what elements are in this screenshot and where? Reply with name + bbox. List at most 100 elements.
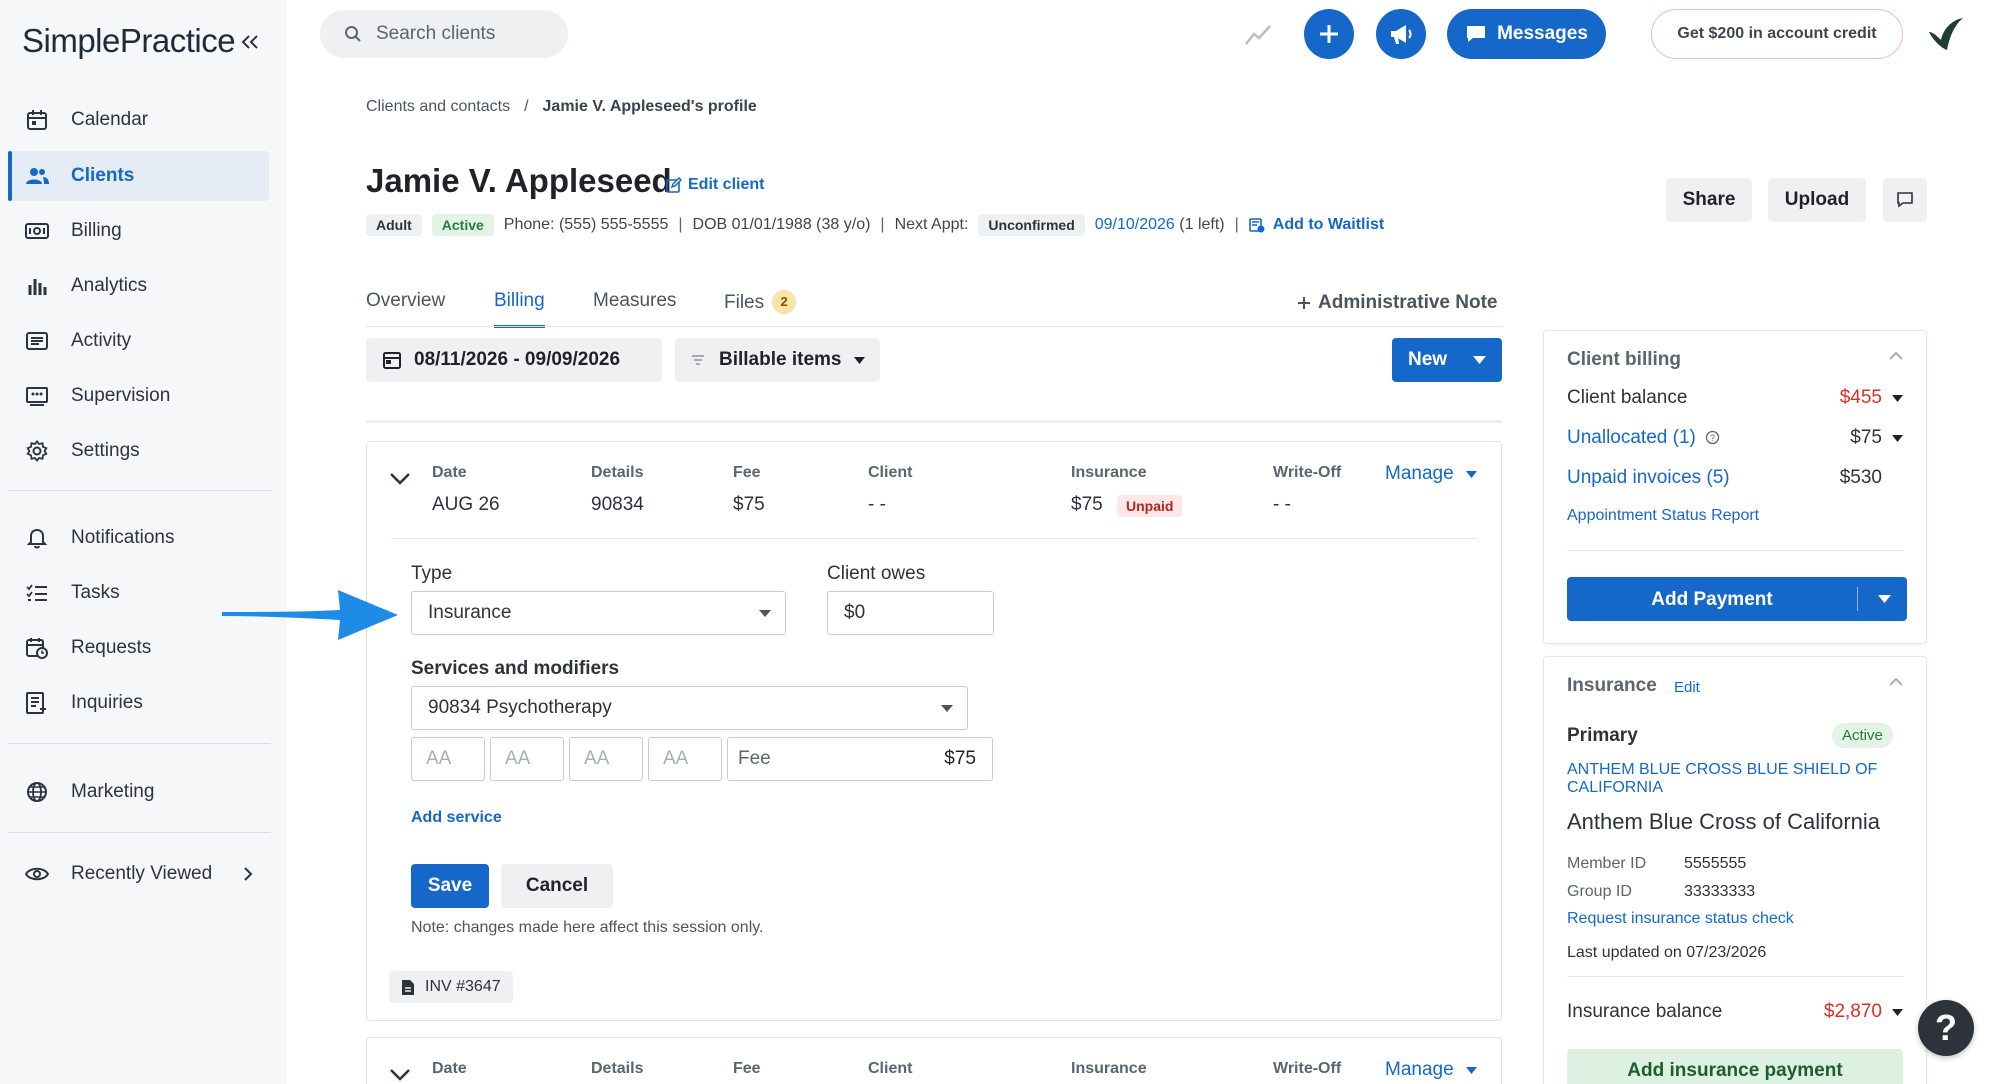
collapse-panel-button[interactable] — [1888, 677, 1904, 687]
unpaid-badge: Unpaid — [1117, 495, 1183, 517]
activity-icon — [25, 329, 49, 353]
modifier-field-3[interactable]: AA — [569, 737, 643, 781]
sidebar-item-recently-viewed[interactable]: Recently Viewed — [8, 849, 269, 899]
manage-dropdown[interactable]: Manage — [1385, 463, 1477, 485]
sidebar-item-analytics[interactable]: Analytics — [8, 261, 269, 311]
row-date: AUG 26 — [432, 494, 500, 515]
client-billing-panel: Client billing Client balance $455 Unall… — [1543, 330, 1927, 644]
save-button[interactable]: Save — [411, 864, 489, 908]
type-label: Type — [411, 563, 453, 584]
edit-client-link[interactable]: Edit client — [666, 176, 764, 194]
sidebar-item-label: Marketing — [71, 781, 155, 802]
next-appt-date-link[interactable]: 09/10/2026 — [1095, 216, 1175, 234]
tab-billing[interactable]: Billing — [494, 290, 545, 328]
insurance-status-badge: Active — [1832, 723, 1893, 748]
sidebar-item-label: Requests — [71, 637, 152, 658]
collapse-row-button[interactable] — [389, 472, 411, 486]
insurance-balance-row: Insurance balance $2,870 — [1567, 1001, 1903, 1023]
add-service-link[interactable]: Add service — [411, 809, 502, 827]
type-select[interactable]: Insurance — [411, 591, 786, 635]
tab-overview[interactable]: Overview — [366, 290, 445, 328]
insurance-edit-link[interactable]: Edit — [1674, 679, 1700, 696]
sidebar-item-billing[interactable]: Billing — [8, 206, 269, 256]
row-client: - - — [868, 494, 886, 515]
add-to-waitlist-link[interactable]: Add to Waitlist — [1248, 216, 1384, 234]
sidebar-item-clients[interactable]: Clients — [8, 151, 269, 201]
caret-down-icon — [853, 356, 865, 364]
modifier-field-1[interactable]: AA — [411, 737, 485, 781]
client-owes-field[interactable]: $0 — [827, 591, 994, 635]
avatar[interactable] — [1925, 14, 1965, 54]
client-owes-label: Client owes — [827, 563, 926, 584]
date-range-picker[interactable]: 08/11/2026 - 09/09/2026 — [366, 338, 662, 382]
caret-down-icon[interactable] — [1878, 595, 1891, 603]
col-header-date: Date — [432, 1060, 467, 1077]
analytics-icon — [25, 274, 49, 298]
sidebar-item-inquiries[interactable]: Inquiries — [8, 678, 269, 728]
trend-icon[interactable] — [1244, 20, 1272, 48]
payer-name-link[interactable]: ANTHEM BLUE CROSS BLUE SHIELD OF CALIFOR… — [1567, 761, 1877, 797]
sidebar: Simple Practice Calendar Clients Billing … — [0, 0, 287, 1084]
breadcrumb-parent-link[interactable]: Clients and contacts — [366, 98, 510, 115]
filter-icon — [691, 354, 705, 366]
sidebar-item-calendar[interactable]: Calendar — [8, 95, 269, 145]
tab-files[interactable]: Files 2 — [724, 290, 797, 328]
sidebar-item-marketing[interactable]: Marketing — [8, 767, 269, 817]
insurance-status-check-link[interactable]: Request insurance status check — [1567, 910, 1794, 928]
announcements-button[interactable] — [1376, 9, 1426, 59]
upload-button[interactable]: Upload — [1768, 178, 1866, 222]
search-icon — [344, 25, 362, 43]
collapse-panel-button[interactable] — [1888, 351, 1904, 361]
billing-item-card: Date Details Fee Client Insurance Write-… — [366, 441, 1502, 1021]
collapse-sidebar-button[interactable] — [236, 28, 264, 56]
messages-button[interactable]: Messages — [1447, 9, 1606, 59]
client-balance-row: Client balance $455 — [1567, 387, 1903, 409]
sidebar-item-activity[interactable]: Activity — [8, 316, 269, 366]
add-payment-button[interactable]: Add Payment — [1567, 577, 1907, 621]
caret-down-icon[interactable] — [1473, 356, 1486, 364]
cancel-button[interactable]: Cancel — [501, 864, 613, 908]
requests-icon — [25, 636, 49, 660]
chevron-up-icon — [1889, 677, 1903, 686]
add-insurance-payment-button[interactable]: Add insurance payment — [1567, 1049, 1903, 1084]
service-fee-field[interactable]: Fee $75 — [727, 737, 993, 781]
meta-separator: | — [880, 216, 885, 233]
client-balance-value: $455 — [1839, 387, 1882, 408]
sidebar-item-settings[interactable]: Settings — [8, 426, 269, 476]
collapse-row-button[interactable] — [389, 1068, 411, 1082]
chevron-down-icon — [390, 1069, 410, 1081]
insurance-balance-dropdown[interactable]: $2,870 — [1824, 1001, 1903, 1023]
add-button[interactable] — [1304, 9, 1354, 59]
tab-measures[interactable]: Measures — [593, 290, 676, 328]
account-credit-button[interactable]: Get $200 in account credit — [1651, 9, 1903, 59]
client-balance-dropdown[interactable]: $455 — [1840, 387, 1903, 409]
sidebar-item-supervision[interactable]: Supervision — [8, 371, 269, 421]
plus-icon — [1320, 25, 1338, 43]
caret-down-icon — [1892, 1008, 1903, 1016]
tab-files-label: Files — [724, 292, 765, 313]
service-select[interactable]: 90834 Psychotherapy — [411, 686, 968, 730]
billable-items-filter[interactable]: Billable items — [675, 338, 880, 382]
client-phone: Phone: (555) 555-5555 — [503, 216, 669, 233]
unallocated-dropdown[interactable]: $75 — [1850, 427, 1903, 449]
search-input[interactable]: Search clients — [320, 10, 568, 58]
logo[interactable]: Simple Practice — [22, 22, 236, 60]
invoice-label: INV #3647 — [425, 978, 501, 995]
unpaid-invoices-link[interactable]: Unpaid invoices (5) — [1567, 467, 1730, 489]
billing-icon — [25, 219, 49, 243]
megaphone-icon — [1391, 25, 1412, 44]
administrative-note-button[interactable]: Administrative Note — [1296, 292, 1497, 314]
new-button[interactable]: New — [1392, 338, 1502, 382]
appointment-status-report-link[interactable]: Appointment Status Report — [1567, 507, 1759, 525]
help-button[interactable]: ? — [1918, 1000, 1974, 1056]
unallocated-label: Unallocated (1) — [1567, 427, 1696, 448]
comment-button[interactable] — [1883, 178, 1927, 222]
manage-dropdown[interactable]: Manage — [1385, 1059, 1477, 1081]
unallocated-link[interactable]: Unallocated (1) ? — [1567, 427, 1720, 449]
invoice-chip[interactable]: INV #3647 — [389, 971, 513, 1003]
modifier-field-4[interactable]: AA — [648, 737, 722, 781]
plan-name: Anthem Blue Cross of California — [1567, 809, 1881, 834]
modifier-field-2[interactable]: AA — [490, 737, 564, 781]
sidebar-item-notifications[interactable]: Notifications — [8, 513, 269, 563]
share-button[interactable]: Share — [1666, 178, 1752, 222]
